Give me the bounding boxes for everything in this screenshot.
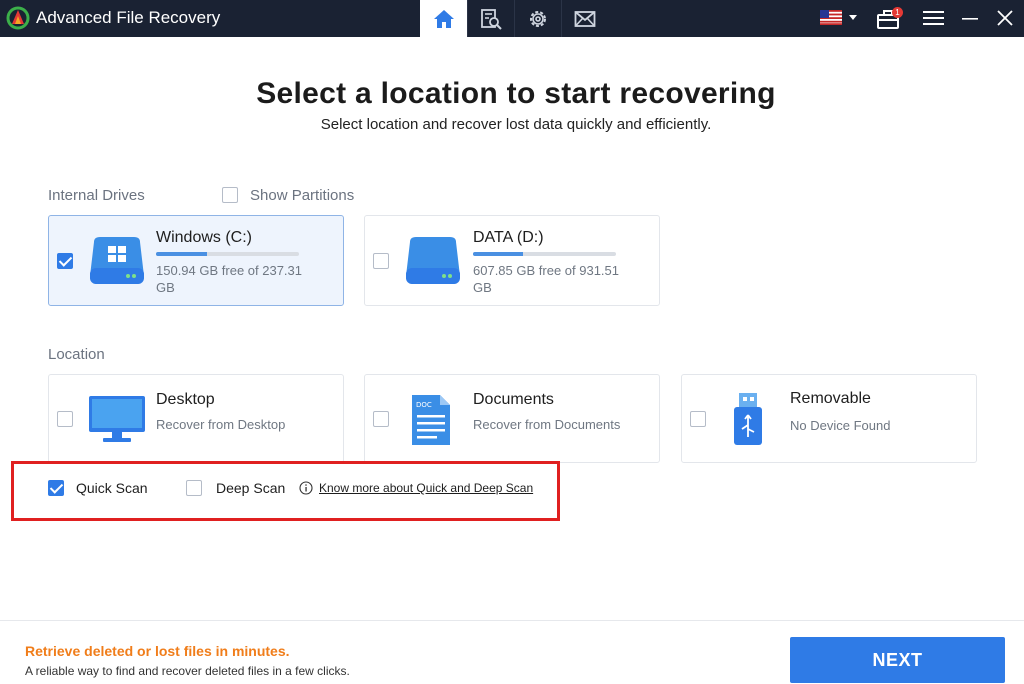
- drive-d-name: DATA (D:): [473, 229, 544, 246]
- monitor-icon: [89, 396, 145, 442]
- close-icon[interactable]: [996, 9, 1014, 27]
- home-icon: [433, 9, 454, 28]
- usb-icon: [734, 393, 762, 445]
- drive-d-usage-bar: [473, 252, 616, 256]
- info-icon: [299, 481, 313, 495]
- deep-scan-label[interactable]: Deep Scan: [216, 480, 285, 496]
- page-subtitle: Select location and recover lost data qu…: [320, 116, 712, 133]
- location-label: Location: [48, 346, 105, 363]
- removable-checkbox[interactable]: [690, 411, 706, 427]
- next-button[interactable]: NEXT: [790, 637, 1005, 683]
- nav-mail-button[interactable]: [561, 0, 608, 37]
- deep-scan-checkbox[interactable]: [186, 480, 202, 496]
- top-navigation: [420, 0, 608, 37]
- nav-settings-button[interactable]: [514, 0, 561, 37]
- gear-icon: [530, 10, 546, 27]
- drive-d-free-line-1: 607.85 GB free of 931.51: [473, 263, 619, 278]
- nav-home-button[interactable]: [420, 0, 467, 37]
- drive-d-free-line-2: GB: [473, 280, 492, 295]
- drive-card-d[interactable]: DATA (D:) 607.85 GB free of 931.51 GB: [364, 215, 660, 306]
- desktop-title: Desktop: [156, 391, 215, 408]
- drive-card-c[interactable]: Windows (C:) 150.94 GB free of 237.31 GB: [48, 215, 344, 306]
- location-card-desktop[interactable]: Desktop Recover from Desktop: [48, 374, 344, 463]
- drive-d-checkbox[interactable]: [373, 253, 389, 269]
- title-bar: Advanced File Recovery 1: [0, 0, 1024, 37]
- show-partitions-label[interactable]: Show Partitions: [250, 187, 354, 204]
- show-partitions-checkbox[interactable]: [222, 187, 238, 203]
- internal-drives-label: Internal Drives: [48, 187, 145, 204]
- footer-description: A reliable way to find and recover delet…: [25, 664, 350, 678]
- us-flag-icon[interactable]: [820, 10, 842, 25]
- quick-scan-checkbox[interactable]: [48, 480, 64, 496]
- desktop-checkbox[interactable]: [57, 411, 73, 427]
- minimize-icon[interactable]: [962, 10, 978, 26]
- desktop-subtitle: Recover from Desktop: [156, 417, 286, 432]
- drive-c-usage-bar: [156, 252, 299, 256]
- drive-c-free-line-1: 150.94 GB free of 237.31: [156, 263, 302, 278]
- documents-checkbox[interactable]: [373, 411, 389, 427]
- footer-divider: [0, 620, 1024, 621]
- removable-subtitle: No Device Found: [790, 418, 891, 433]
- documents-title: Documents: [473, 391, 554, 408]
- notification-badge: 1: [892, 7, 903, 18]
- drive-c-free-line-2: GB: [156, 280, 175, 295]
- mail-icon: [574, 10, 596, 27]
- documents-subtitle: Recover from Documents: [473, 417, 621, 432]
- drive-c-name: Windows (C:): [156, 229, 253, 246]
- drive-d-free-space: 607.85 GB free of 931.51 GB: [473, 262, 619, 296]
- quick-scan-label[interactable]: Quick Scan: [76, 480, 148, 496]
- drive-c-usage-fill: [156, 252, 208, 256]
- location-card-removable[interactable]: Removable No Device Found: [681, 374, 977, 463]
- removable-title: Removable: [790, 390, 871, 407]
- hamburger-menu-icon[interactable]: [923, 10, 944, 26]
- windows-drive-icon: [90, 237, 144, 284]
- app-logo-icon: [6, 6, 30, 30]
- scan-report-icon: [481, 8, 502, 30]
- nav-scan-report-button[interactable]: [467, 0, 514, 37]
- scan-info-link[interactable]: Know more about Quick and Deep Scan: [319, 481, 533, 495]
- drive-c-free-space: 150.94 GB free of 237.31 GB: [156, 262, 302, 296]
- drive-c-checkbox[interactable]: [57, 253, 73, 269]
- document-icon: DOC: [412, 395, 450, 445]
- language-dropdown-caret-icon[interactable]: [849, 15, 857, 20]
- hard-drive-icon: [406, 237, 460, 284]
- location-card-documents[interactable]: DOC Documents Recover from Documents: [364, 374, 660, 463]
- svg-text:DOC: DOC: [416, 401, 432, 409]
- drive-d-usage-fill: [473, 252, 524, 256]
- page-title: Select a location to start recovering: [256, 77, 776, 110]
- footer-tagline: Retrieve deleted or lost files in minute…: [25, 643, 290, 659]
- app-title: Advanced File Recovery: [36, 8, 221, 27]
